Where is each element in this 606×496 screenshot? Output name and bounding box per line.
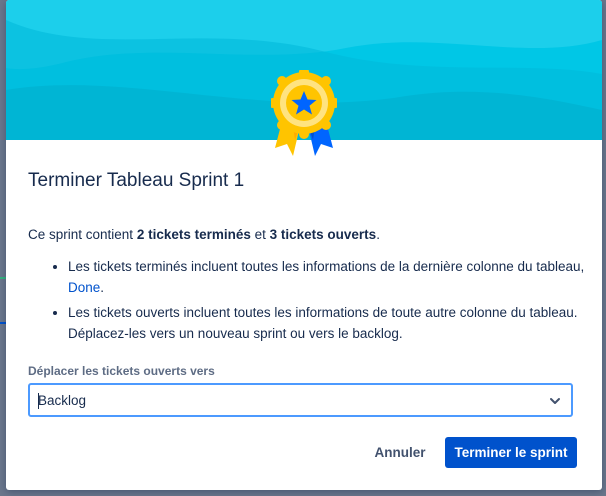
move-tickets-select[interactable]: Backlog [28,383,573,417]
sprint-summary: Ce sprint contient 2 tickets terminés et… [28,227,380,242]
move-tickets-label: Déplacer les tickets ouverts vers [28,364,215,378]
move-tickets-select-value: Backlog [38,393,87,408]
summary-middle: et [250,227,270,242]
info-list: Les tickets terminés incluent toutes les… [28,256,602,348]
complete-sprint-dialog: Terminer Tableau Sprint 1 Ce sprint cont… [6,0,602,490]
done-tickets-count: 2 tickets terminés [136,227,251,242]
cancel-button[interactable]: Annuler [364,437,436,467]
done-tickets-info: Les tickets terminés incluent toutes les… [68,259,585,274]
open-tickets-info: Les tickets ouverts incluent toutes les … [68,305,578,341]
award-ribbon-star-icon [271,70,337,156]
bullet-suffix: . [100,280,105,295]
done-column-link[interactable]: Done [68,280,100,295]
summary-suffix: . [376,227,380,242]
list-item: Les tickets terminés incluent toutes les… [68,256,602,298]
summary-prefix: Ce sprint contient [28,227,137,242]
chevron-down-icon[interactable] [549,395,561,407]
list-item: Les tickets ouverts incluent toutes les … [68,302,602,344]
open-tickets-count: 3 tickets ouverts [269,227,377,242]
dialog-title: Terminer Tableau Sprint 1 [28,170,245,191]
complete-sprint-button[interactable]: Terminer le sprint [445,437,577,468]
